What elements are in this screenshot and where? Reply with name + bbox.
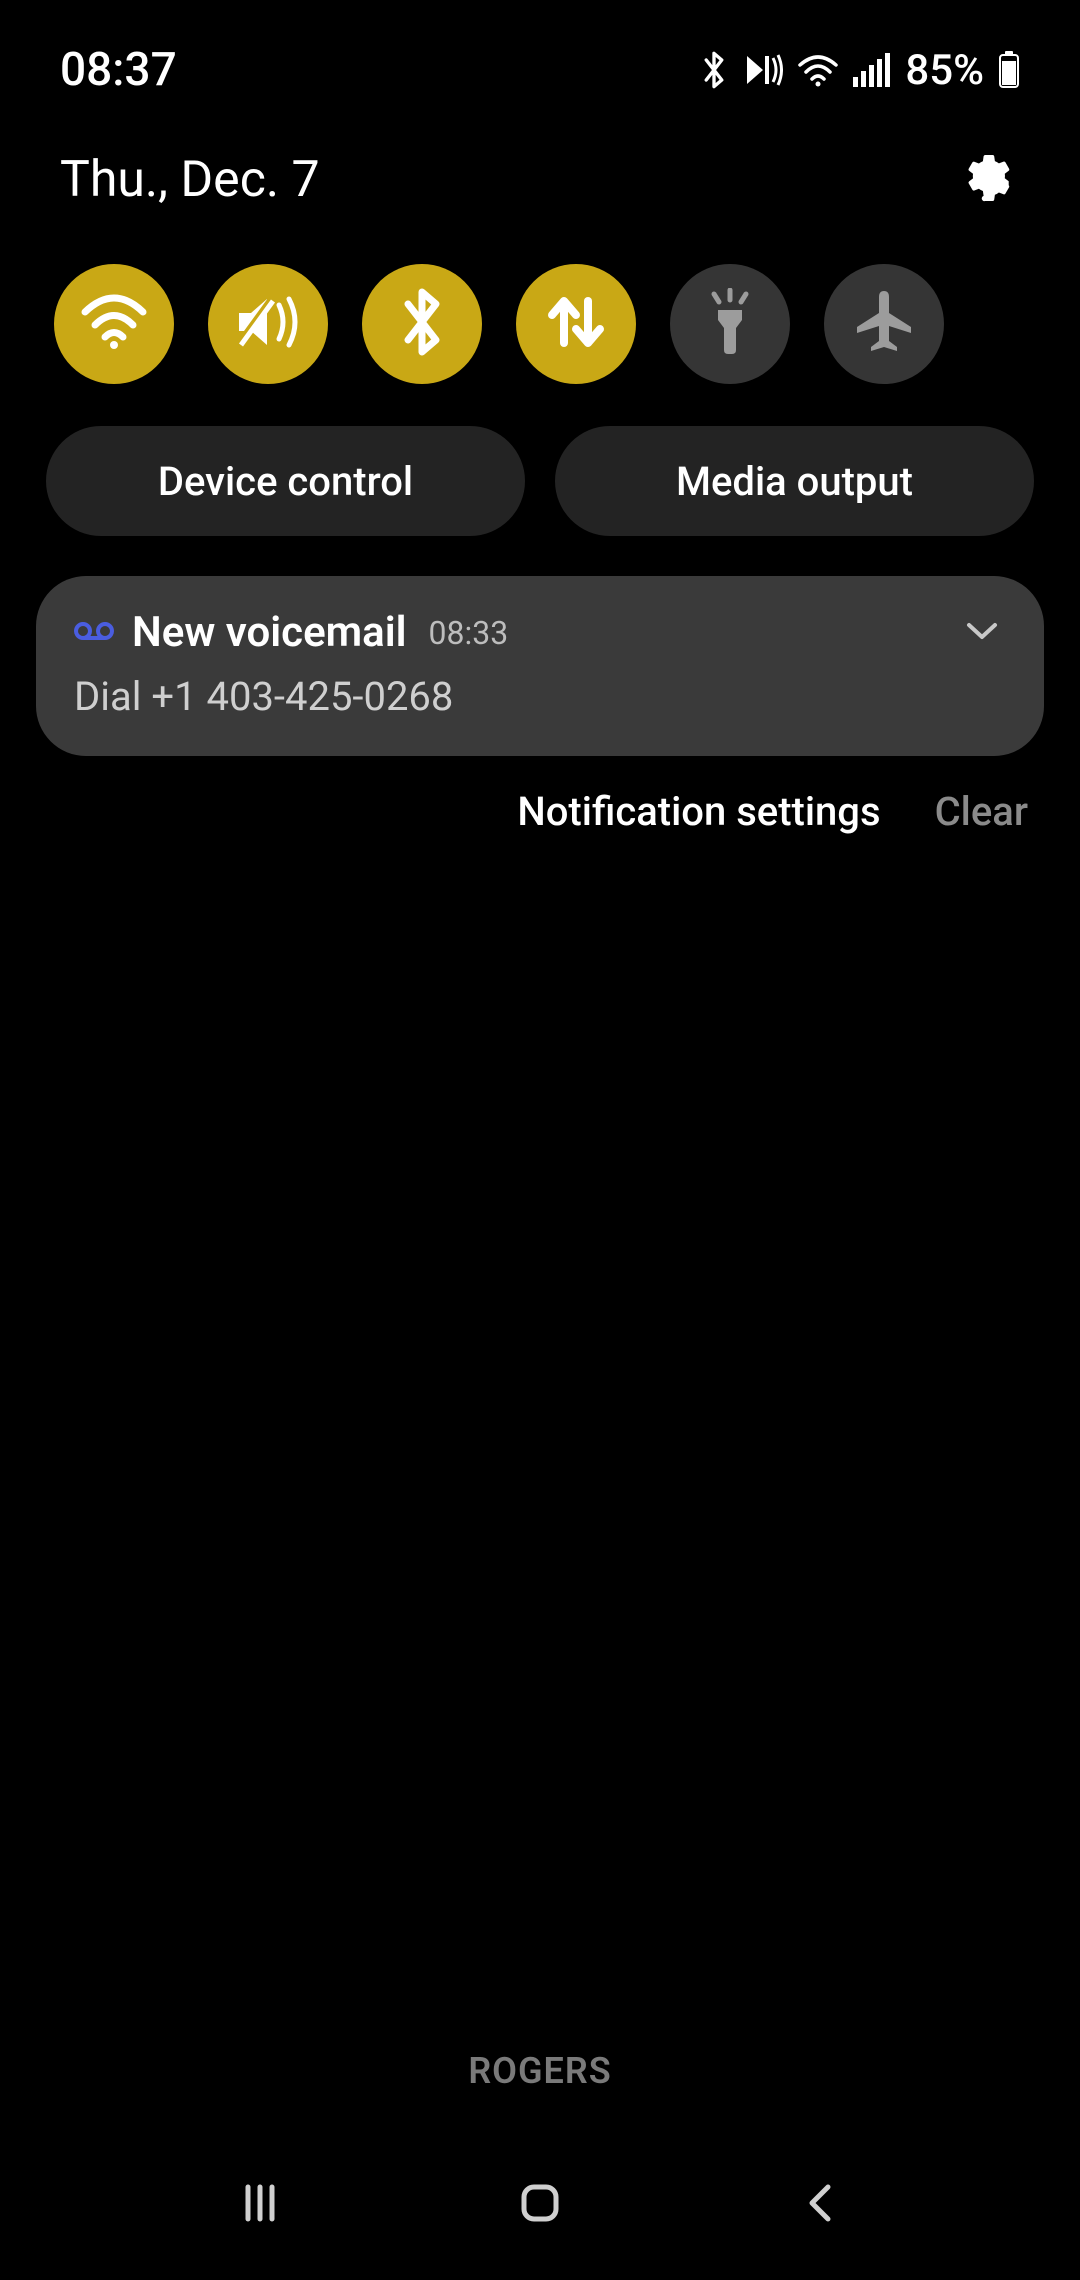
expand-button[interactable] <box>964 620 1006 646</box>
qs-wifi-toggle[interactable] <box>54 264 174 384</box>
settings-button[interactable] <box>960 150 1020 210</box>
airplane-icon <box>851 289 917 359</box>
back-icon <box>800 2179 840 2231</box>
panel-date: Thu., Dec. 7 <box>60 151 320 209</box>
quick-access-row: Device control Media output <box>0 426 1080 536</box>
quick-settings-row <box>0 264 1080 384</box>
battery-percentage: 85% <box>905 46 984 95</box>
notification-area: New voicemail 08:33 Dial +1 403-425-0268 <box>0 576 1080 756</box>
battery-icon <box>998 51 1020 89</box>
chevron-down-icon <box>964 627 1000 646</box>
qs-mute-toggle[interactable] <box>208 264 328 384</box>
wifi-icon <box>797 53 839 87</box>
notification-time: 08:33 <box>429 614 509 652</box>
flashlight-icon <box>704 288 756 360</box>
notification-footer: Notification settings Clear <box>0 788 1080 835</box>
status-icons: 85% <box>699 46 1020 95</box>
vibrate-icon <box>743 52 783 88</box>
device-control-button[interactable]: Device control <box>46 426 525 536</box>
bluetooth-icon <box>699 50 729 90</box>
notification-title: New voicemail <box>132 608 407 657</box>
gear-icon <box>966 154 1014 206</box>
home-icon <box>516 2179 564 2231</box>
device-control-label: Device control <box>158 458 413 505</box>
media-output-label: Media output <box>676 458 913 505</box>
qs-bluetooth-toggle[interactable] <box>362 264 482 384</box>
notification-body: Dial +1 403-425-0268 <box>74 673 1006 720</box>
media-output-button[interactable]: Media output <box>555 426 1034 536</box>
notification-header: New voicemail 08:33 <box>74 608 1006 657</box>
recents-icon <box>236 2179 284 2231</box>
status-bar: 08:37 85% <box>0 0 1080 140</box>
back-button[interactable] <box>760 2165 880 2245</box>
recents-button[interactable] <box>200 2165 320 2245</box>
wifi-icon <box>79 294 149 354</box>
qs-flashlight-toggle[interactable] <box>670 264 790 384</box>
signal-icon <box>853 53 891 87</box>
bluetooth-icon <box>400 288 444 360</box>
navigation-bar <box>0 2130 1080 2280</box>
home-button[interactable] <box>480 2165 600 2245</box>
data-arrows-icon <box>544 291 608 357</box>
qs-mobiledata-toggle[interactable] <box>516 264 636 384</box>
clear-button[interactable]: Clear <box>935 788 1028 835</box>
carrier-label: ROGERS <box>0 2050 1080 2092</box>
mute-vibrate-icon <box>233 293 303 355</box>
voicemail-icon <box>74 620 114 646</box>
panel-header: Thu., Dec. 7 <box>0 150 1080 210</box>
status-time: 08:37 <box>60 43 177 97</box>
voicemail-notification[interactable]: New voicemail 08:33 Dial +1 403-425-0268 <box>36 576 1044 756</box>
notification-settings-button[interactable]: Notification settings <box>517 788 880 835</box>
qs-airplane-toggle[interactable] <box>824 264 944 384</box>
